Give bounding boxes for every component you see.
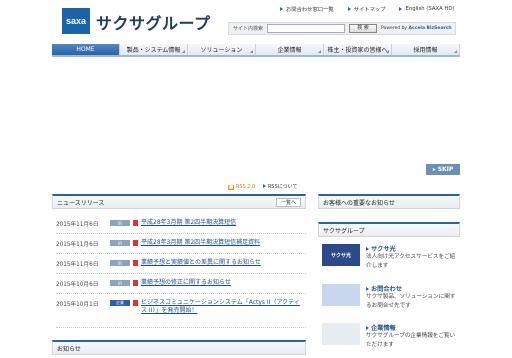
arrow-icon: [366, 325, 369, 330]
arrow-icon: [399, 7, 403, 11]
arrow-icon: [280, 7, 283, 11]
news-date: 2015年11月6日: [56, 262, 99, 268]
news-title-link[interactable]: 業績予想と実績値との差異に関するお知らせ: [141, 259, 301, 267]
side-item-company[interactable]: 企業情報 サクサグループの企業情報をご覧いただけます: [322, 323, 460, 349]
news-tag: IR: [110, 240, 130, 246]
pdf-icon: [133, 220, 138, 226]
skip-button[interactable]: ▸ SKIP: [426, 164, 460, 175]
side-item-contact[interactable]: お問合わせ サクサ製品、ソリューションに関するお問合せ先です: [322, 284, 460, 310]
news-tag: IR: [110, 220, 130, 226]
search-input[interactable]: [267, 24, 346, 33]
news-date: 2015年10月1日: [56, 302, 99, 308]
nav-investors[interactable]: 株主・投資家の皆様へ: [324, 44, 392, 55]
news-date: 2015年10月6日: [56, 282, 99, 288]
arrow-icon: [366, 246, 369, 251]
news-header: ニュースリリース 一覧へ: [52, 194, 306, 209]
corner-icon: [386, 50, 389, 53]
saxa-logo[interactable]: saxa: [62, 8, 90, 34]
arrow-icon: [347, 7, 351, 11]
util-link-sitemap[interactable]: サイトマップ: [347, 5, 385, 13]
news-item: 2015年11月6日 IR 平成28年3月期 第2四半期決算短信: [56, 214, 306, 234]
company-image: [322, 323, 360, 345]
pdf-icon: [133, 280, 138, 286]
news-item: 2015年11月6日 IR 業績予想と実績値との差異に関するお知らせ: [56, 254, 306, 274]
nav-company[interactable]: 企業情報: [256, 44, 324, 55]
rss-icon: ■: [228, 184, 235, 190]
news-item: 2015年11月6日 IR 平成28年3月期 第2四半期決算短信補足資料: [56, 234, 306, 254]
news-heading: ニュースリリース: [57, 199, 105, 207]
corner-icon: [318, 50, 321, 53]
arrow-icon: [366, 286, 369, 291]
news-date: 2015年11月6日: [56, 242, 99, 248]
nav-products[interactable]: 製品・システム情報: [120, 44, 188, 55]
news-title-link[interactable]: 業績予想の修正に関するお知らせ: [141, 279, 301, 287]
brand-title[interactable]: サクサグループ: [96, 10, 211, 34]
news-more-button[interactable]: 一覧へ: [275, 197, 301, 207]
site-search-bar: サイト内検索 検 索 Powered by Accela BizSearch: [228, 22, 456, 35]
news-title-link[interactable]: 平成28年3月期 第2四半期決算短信補足資料: [141, 239, 301, 247]
powered-by: Powered by Accela BizSearch: [381, 26, 452, 31]
news-tag: 企業: [110, 300, 130, 306]
corner-icon: [454, 50, 457, 53]
search-button[interactable]: 検 索: [349, 24, 378, 33]
search-label: サイト内検索: [233, 26, 264, 32]
news-item: 2015年10月1日 企業 ビジネスコミュニケーションシステム「Actys II…: [56, 294, 306, 328]
utility-links: お問合わせ窓口一覧 サイトマップ English (SAXA HD): [280, 5, 455, 13]
contact-image: [322, 284, 360, 306]
news-list: 2015年11月6日 IR 平成28年3月期 第2四半期決算短信 2015年11…: [56, 214, 306, 328]
notice-header: お知らせ: [52, 340, 306, 355]
news-title-link[interactable]: 平成28年3月期 第2四半期決算短信: [141, 219, 301, 227]
rss-row: ■ RSS 2.0 RSSについて: [228, 183, 298, 190]
important-notice-header[interactable]: お客様への重要なお知らせ: [318, 194, 460, 209]
main-nav: HOME 製品・システム情報 ソリューション 企業情報 株主・投資家の皆様へ 採…: [52, 44, 460, 57]
side-item-saxa-hikari[interactable]: サクサ光 サクサ光 法人向け光アクセスサービスをご紹介します: [322, 244, 460, 270]
news-date: 2015年11月6日: [56, 222, 99, 228]
nav-home[interactable]: HOME: [52, 44, 120, 55]
corner-icon: [250, 50, 253, 53]
page: saxa サクサグループ お問合わせ窓口一覧 サイトマップ English (S…: [0, 0, 512, 358]
pdf-icon: [133, 240, 138, 246]
saxa-hikari-banner: サクサ光: [322, 244, 360, 266]
util-link-contact[interactable]: お問合わせ窓口一覧: [280, 5, 334, 13]
util-link-english[interactable]: English (SAXA HD): [399, 5, 455, 13]
rss-link[interactable]: ■ RSS 2.0: [228, 184, 255, 190]
play-icon: ▸: [432, 166, 436, 173]
rss-about-link[interactable]: RSSについて: [263, 183, 298, 190]
arrow-icon: [263, 184, 267, 188]
hero-banner[interactable]: [52, 60, 460, 178]
news-tag: IR: [110, 260, 130, 266]
news-tag: IR: [110, 280, 130, 286]
group-header: サクサグループ: [318, 222, 460, 237]
pdf-icon: [133, 300, 138, 306]
news-title-link[interactable]: ビジネスコミュニケーションシステム「Actys II（アクティス II）」を発売…: [141, 299, 301, 315]
news-item: 2015年10月6日 IR 業績予想の修正に関するお知らせ: [56, 274, 306, 294]
pdf-icon: [133, 260, 138, 266]
corner-icon: [182, 50, 185, 53]
nav-recruit[interactable]: 採用情報: [392, 44, 460, 55]
nav-solutions[interactable]: ソリューション: [188, 44, 256, 55]
